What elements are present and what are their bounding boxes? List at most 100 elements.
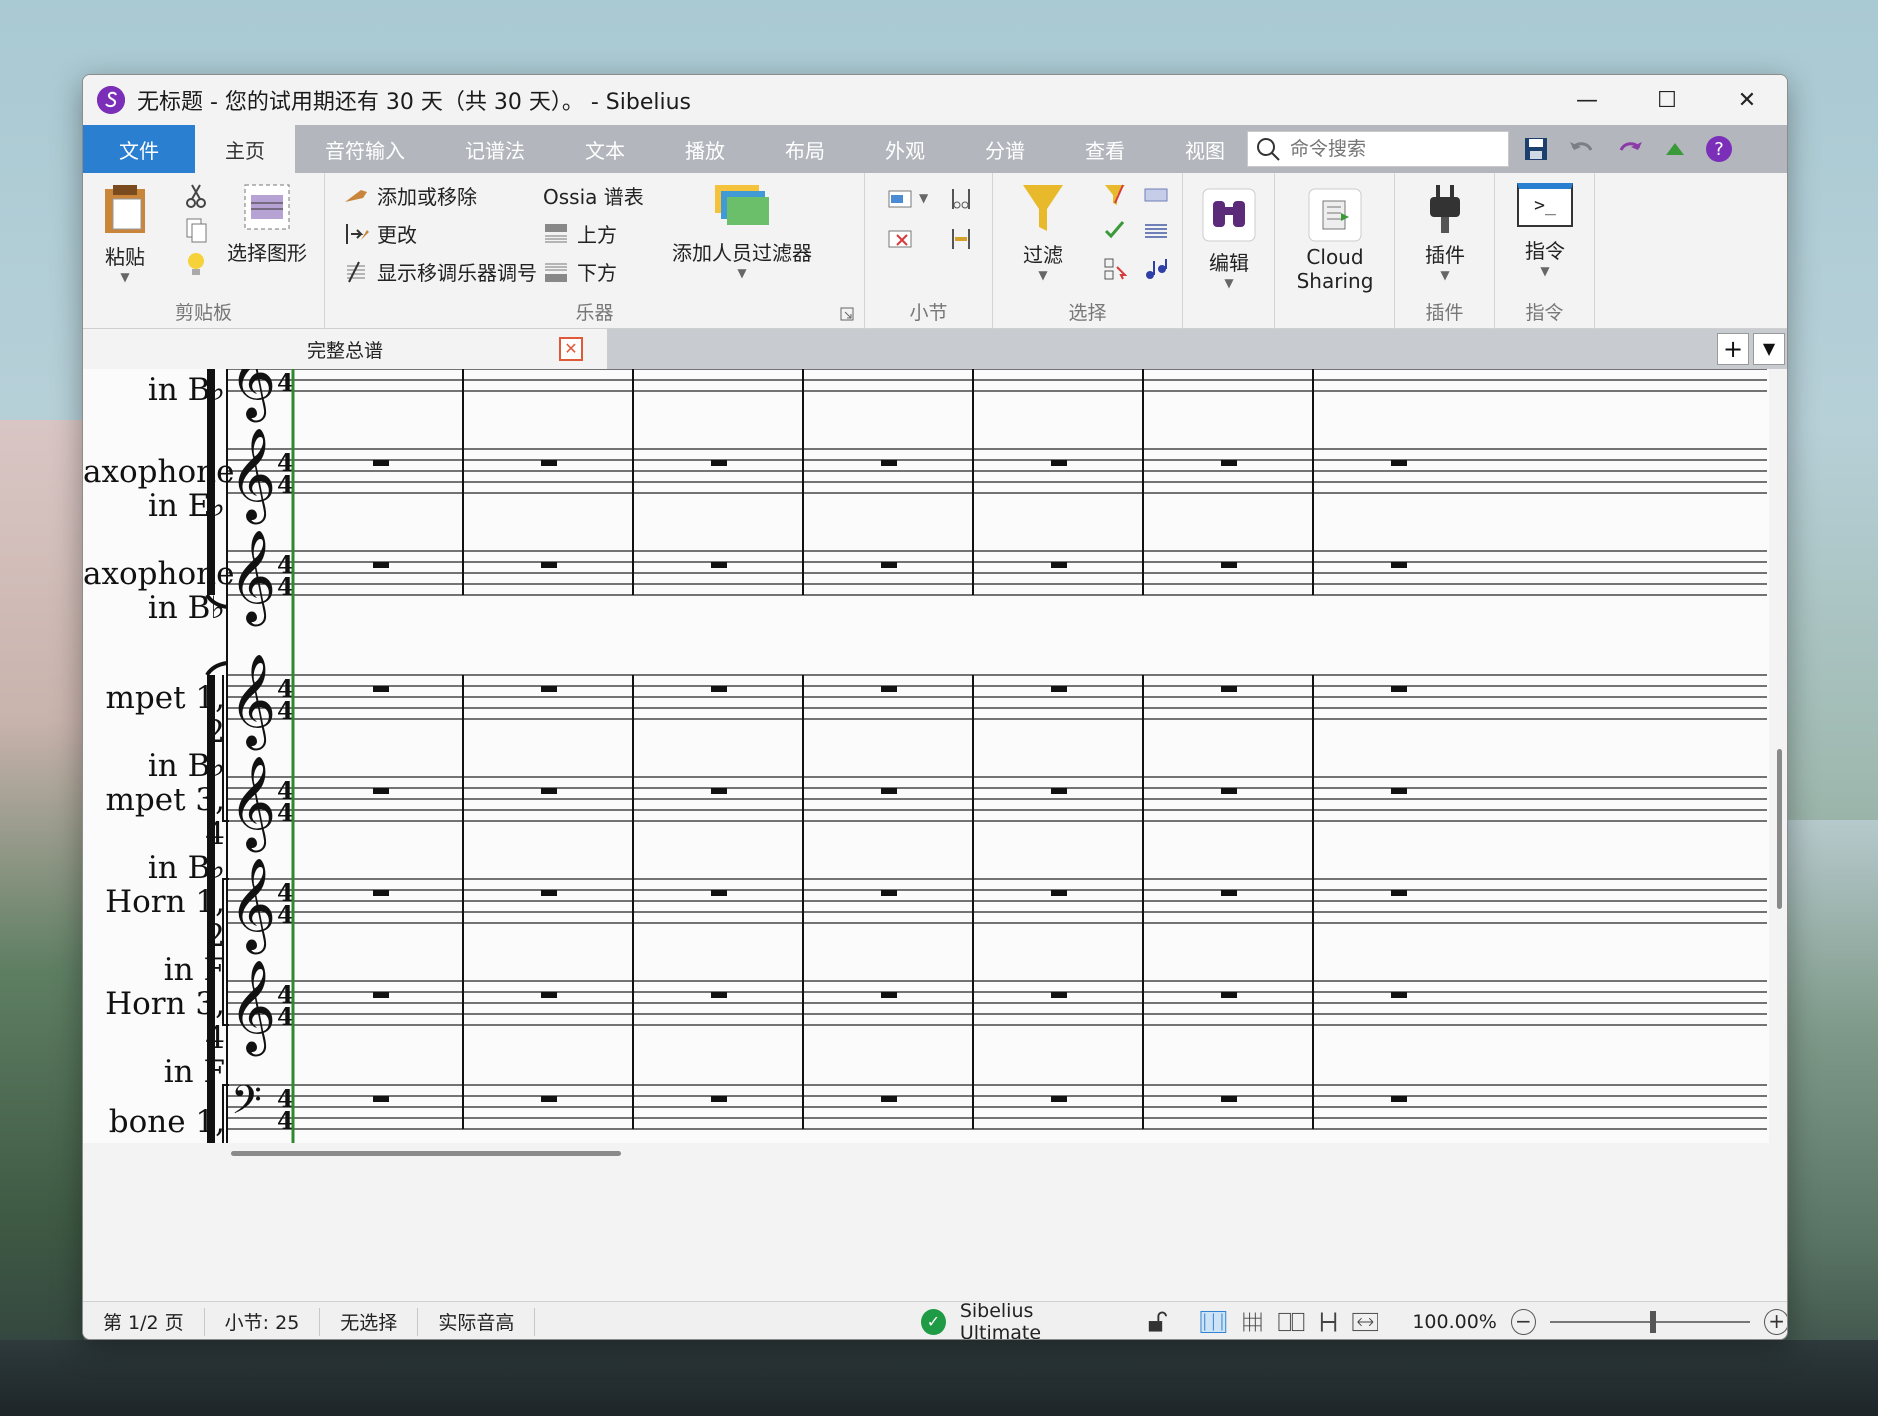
cloud-sharing-button[interactable]: Cloud Sharing: [1285, 187, 1385, 293]
unlock-icon[interactable]: [1145, 1310, 1168, 1334]
horizontal-scroll-thumb[interactable]: [231, 1151, 621, 1156]
search-input[interactable]: [1290, 138, 1490, 160]
bar-rest: [541, 788, 557, 794]
desktop-wallpaper-left: [0, 420, 84, 1416]
tab-menu-button[interactable]: ▼: [1753, 333, 1785, 365]
filter-button[interactable]: 过滤 ▼: [1003, 183, 1083, 282]
select-more-icon[interactable]: [1143, 185, 1169, 205]
tab-appearance[interactable]: 外观: [855, 125, 955, 173]
time-signature-bottom: 4: [277, 900, 294, 929]
ossia-below-button[interactable]: 下方: [543, 257, 617, 286]
cut-icon[interactable]: [183, 183, 209, 209]
close-tab-button[interactable]: ✕: [559, 337, 583, 361]
split-bar-icon[interactable]: [947, 185, 975, 213]
tab-note-input[interactable]: 音符输入: [295, 125, 435, 173]
select-staff-icon[interactable]: [1143, 221, 1169, 241]
horizontal-scrollbar[interactable]: [83, 1143, 1787, 1163]
cloud-sharing-group: Cloud Sharing: [1275, 173, 1395, 329]
add-bar-icon[interactable]: [887, 187, 913, 211]
treble-clef: 𝄞: [229, 857, 276, 954]
treble-clef: 𝄞: [229, 653, 276, 750]
undo-icon[interactable]: [1567, 136, 1597, 162]
full-score-tab-label: 完整总谱: [306, 339, 383, 362]
select-check-icon[interactable]: [1103, 219, 1127, 243]
minimize-button[interactable]: —: [1547, 75, 1627, 125]
staff-name: mpet 1, 2 in B♭: [105, 680, 225, 784]
add-player-filter-button[interactable]: 添加人员过滤器 ▼: [637, 183, 847, 280]
zoom-in-button[interactable]: +: [1764, 1309, 1787, 1335]
paste-button[interactable]: 粘贴 ▼: [95, 183, 155, 284]
tab-play[interactable]: 播放: [655, 125, 755, 173]
zoom-slider-knob[interactable]: [1649, 1311, 1656, 1333]
zoom-out-button[interactable]: −: [1510, 1309, 1536, 1335]
staff-name: bone 1, 2: [108, 1104, 225, 1143]
tab-text[interactable]: 文本: [555, 125, 655, 173]
edit-group: 编辑 ▼: [1183, 173, 1275, 329]
ossia-above-button[interactable]: 上方: [543, 219, 617, 248]
filter-small-icon[interactable]: [1103, 183, 1127, 207]
svg-text:?: ?: [1714, 139, 1724, 160]
bar-rest: [711, 788, 727, 794]
ossia-label: Ossia 谱表: [543, 185, 644, 209]
bar-rest: [711, 562, 727, 568]
change-instrument-button[interactable]: 更改: [343, 219, 417, 248]
staff-name: axophone in B♭: [83, 556, 235, 626]
collapse-ribbon-icon[interactable]: [1663, 137, 1687, 161]
edit-button[interactable]: 编辑 ▼: [1193, 187, 1265, 290]
command-search[interactable]: [1247, 131, 1509, 167]
tab-file[interactable]: 文件: [83, 125, 195, 173]
lightbulb-icon[interactable]: [183, 251, 209, 277]
bar-rest: [373, 992, 389, 998]
time-signature-bottom: 4: [277, 470, 294, 499]
show-transposing-button[interactable]: 显示移调乐器调号: [343, 257, 537, 286]
status-right: ✓ Sibelius Ultimate 100.00% − +: [921, 1300, 1787, 1339]
filter-label: 过滤: [1023, 243, 1063, 267]
zoom-slider[interactable]: [1549, 1311, 1751, 1333]
view-panorama-icon[interactable]: [1319, 1310, 1338, 1334]
sibelius-window: 无标题 - 您的试用期还有 30 天（共 30 天）。 - Sibelius —…: [82, 74, 1788, 1340]
tab-home[interactable]: 主页: [195, 125, 295, 173]
vertical-scrollbar[interactable]: [1769, 369, 1787, 1143]
close-button[interactable]: ✕: [1707, 75, 1787, 125]
bass-clef: 𝄢: [231, 1077, 262, 1133]
select-box-icon[interactable]: [1103, 257, 1127, 281]
new-tab-button[interactable]: +: [1717, 333, 1749, 365]
bar-rest: [541, 562, 557, 568]
ribbon-body: 粘贴 ▼ 选择图形 剪贴板 添加或移除 更改 显示移调乐器调号 Ossia 谱表…: [83, 173, 1787, 329]
view-spreads-icon[interactable]: [1200, 1310, 1227, 1334]
selection-group-label: 选择: [1068, 302, 1107, 324]
add-remove-button[interactable]: 添加或移除: [343, 181, 477, 210]
window-title: 无标题 - 您的试用期还有 30 天（共 30 天）。 - Sibelius: [137, 90, 692, 115]
tab-view[interactable]: 视图: [1155, 125, 1255, 173]
bars-group-label: 小节: [909, 302, 948, 324]
treble-clef: 𝄞: [229, 959, 276, 1056]
delete-bar-icon[interactable]: [887, 227, 913, 251]
bars-group: ▼ 小节: [865, 173, 993, 329]
edit-label: 编辑: [1209, 251, 1249, 275]
terminal-icon: >_: [1517, 183, 1573, 227]
redo-icon[interactable]: [1615, 136, 1645, 162]
tab-notations[interactable]: 记谱法: [435, 125, 555, 173]
save-icon[interactable]: [1523, 136, 1549, 162]
vertical-scroll-thumb[interactable]: [1777, 749, 1782, 909]
select-notes-icon[interactable]: [1143, 257, 1169, 281]
copy-icon[interactable]: [183, 217, 209, 243]
staff-name: axophone in E♭: [83, 454, 235, 524]
join-bar-icon[interactable]: [947, 225, 975, 253]
select-graphic-button[interactable]: 选择图形: [217, 183, 317, 266]
maximize-button[interactable]: ☐: [1627, 75, 1707, 125]
tab-layout[interactable]: 布局: [755, 125, 855, 173]
help-icon[interactable]: ?: [1705, 135, 1733, 163]
full-score-tab[interactable]: 完整总谱: [83, 329, 607, 369]
sibelius-logo-icon: [97, 86, 125, 114]
commands-group-label: 指令: [1525, 302, 1564, 324]
score-view[interactable]: 𝄞44𝄞44𝄞44𝄞44𝄞44𝄞44𝄞44𝄢44 in B♭ axophonei…: [83, 369, 1769, 1143]
view-fit-icon[interactable]: [1352, 1310, 1379, 1334]
clipboard-group: 粘贴 ▼ 选择图形 剪贴板: [83, 173, 325, 329]
commands-button[interactable]: >_ 指令 ▼: [1505, 183, 1585, 278]
tab-parts[interactable]: 分谱: [955, 125, 1055, 173]
plugins-button[interactable]: 插件 ▼: [1405, 183, 1485, 282]
view-pages-vertical-icon[interactable]: [1241, 1310, 1264, 1334]
tab-review[interactable]: 查看: [1055, 125, 1155, 173]
view-pages-horizontal-icon[interactable]: [1278, 1310, 1305, 1334]
